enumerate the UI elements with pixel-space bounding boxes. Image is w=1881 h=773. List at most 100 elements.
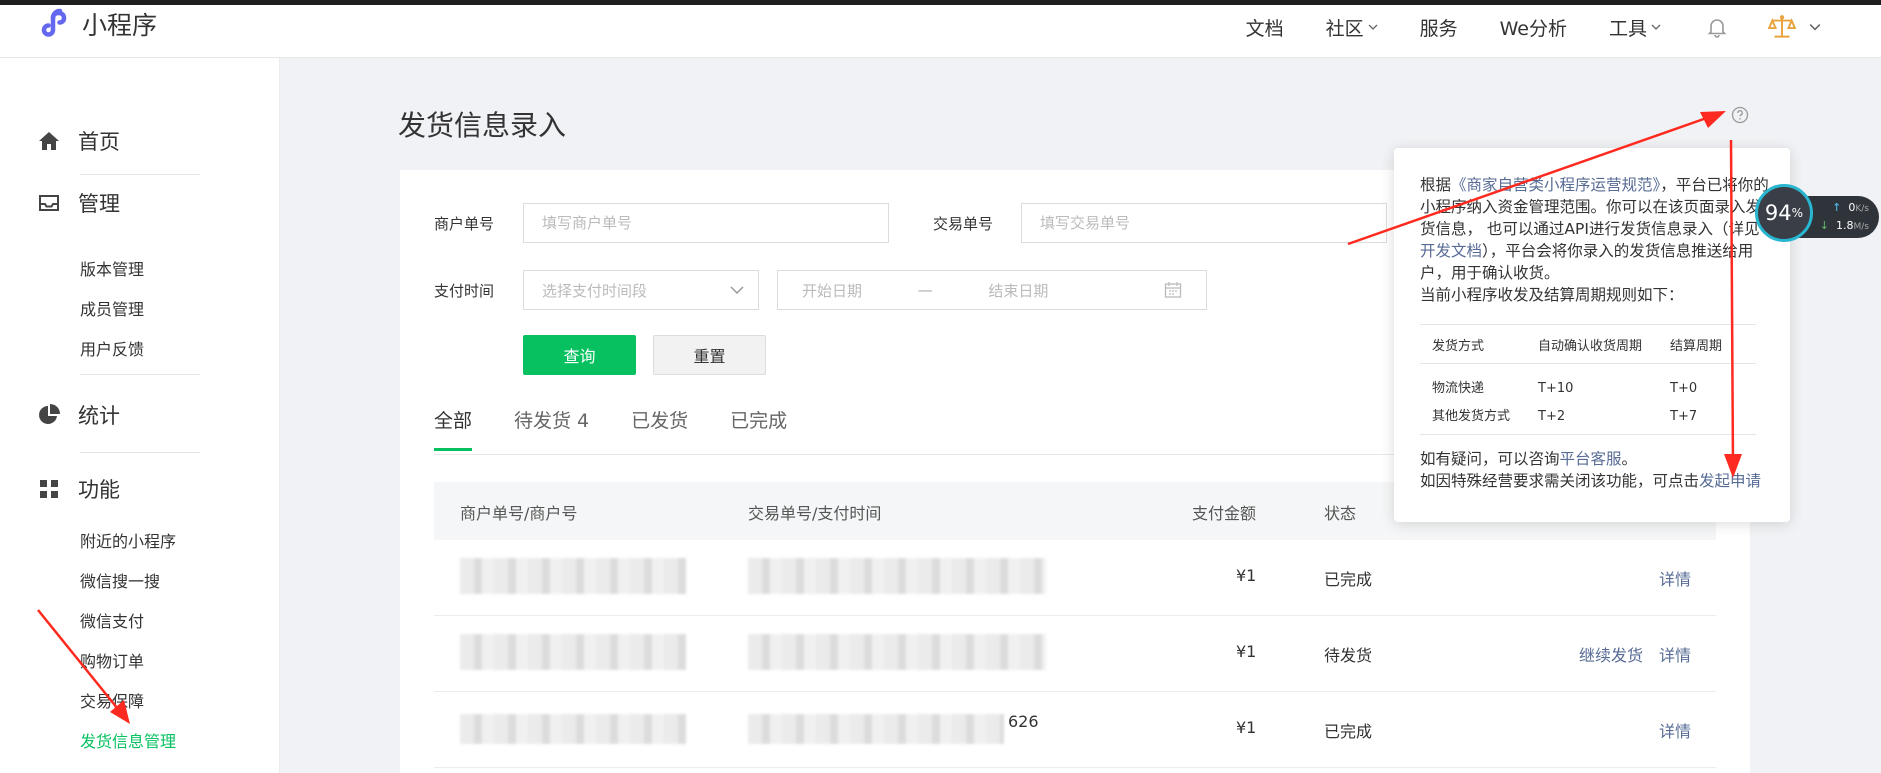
sidebar-item-wechat-pay[interactable]: 微信支付 xyxy=(80,608,144,632)
redacted-merchant-no xyxy=(460,714,686,744)
nav-docs[interactable]: 文档 xyxy=(1246,14,1284,41)
download-speed: ↓ 1.8M/s xyxy=(1819,219,1869,232)
trade-no-tail: 626 xyxy=(1008,712,1039,731)
percent-sign: % xyxy=(1791,206,1804,220)
calendar-icon xyxy=(1164,282,1182,298)
sidebar-item-home[interactable]: 首页 xyxy=(38,126,120,156)
nav-docs-label: 文档 xyxy=(1245,17,1284,40)
settlement: T+0 xyxy=(1670,381,1698,396)
download-value: 1.8 xyxy=(1836,219,1854,232)
trade-no-input[interactable] xyxy=(1040,214,1368,232)
nav-tools[interactable]: 工具 xyxy=(1609,14,1661,41)
app-name: 小程序 xyxy=(82,11,158,40)
nav-we-analysis-label: We分析 xyxy=(1499,17,1567,40)
upload-unit: K/s xyxy=(1855,204,1869,214)
col-status: 状态 xyxy=(1324,504,1357,523)
status-text: 已完成 xyxy=(1324,722,1373,741)
end-date[interactable]: 结束日期 xyxy=(988,280,1048,301)
memory-percent: 94 xyxy=(1764,201,1792,225)
dev-doc-link[interactable]: 开发文档 xyxy=(1420,242,1482,260)
redacted-merchant-no xyxy=(460,634,686,670)
merchant-no-input[interactable] xyxy=(542,214,870,232)
bell-icon[interactable] xyxy=(1705,15,1729,39)
sidebar-item-nearby[interactable]: 附近的小程序 xyxy=(80,528,176,552)
trade-no-label: 交易单号 xyxy=(933,215,994,233)
col-trade-no: 交易单号/支付时间 xyxy=(748,504,882,523)
col-ship-method: 发货方式 xyxy=(1432,339,1485,354)
sidebar-item-label: 管理 xyxy=(78,192,120,216)
ship-method: 其他发货方式 xyxy=(1432,409,1511,424)
scale-icon[interactable] xyxy=(1767,12,1797,42)
query-button[interactable]: 查询 xyxy=(523,335,636,375)
nav-services[interactable]: 服务 xyxy=(1420,14,1458,41)
settlement: T+7 xyxy=(1670,409,1698,424)
nav-community-label: 社区 xyxy=(1325,17,1364,40)
amount: ¥1 xyxy=(1236,718,1257,737)
redacted-trade-no xyxy=(748,634,1046,670)
col-settlement: 结算周期 xyxy=(1670,339,1723,354)
details-link[interactable]: 详情 xyxy=(1659,718,1691,742)
sidebar-item-shipping-info[interactable]: 发货信息管理 xyxy=(80,728,176,752)
memory-usage-circle: 94% xyxy=(1755,184,1813,242)
details-link[interactable]: 详情 xyxy=(1659,566,1691,590)
top-nav: 文档 社区 服务 We分析 工具 xyxy=(1204,12,1821,42)
rule-link[interactable]: 《商家自营类小程序运营规范》 xyxy=(1451,176,1660,194)
divider xyxy=(80,452,200,453)
close-prefix: 如因特殊经营要求需关闭该功能，可点击 xyxy=(1420,472,1700,490)
amount: ¥1 xyxy=(1236,566,1257,585)
merchant-no-input-wrap xyxy=(523,203,889,243)
sidebar: 首页 管理 版本管理 成员管理 用户反馈 统计 功能 附近的小程序 微信搜一搜 … xyxy=(0,58,280,773)
sidebar-item-version[interactable]: 版本管理 xyxy=(80,256,144,280)
amount: ¥1 xyxy=(1236,642,1257,661)
tab-shipped[interactable]: 已发货 xyxy=(631,406,688,451)
nav-tools-label: 工具 xyxy=(1608,17,1647,40)
sidebar-item-trade-guarantee[interactable]: 交易保障 xyxy=(80,688,144,712)
apply-link[interactable]: 发起申请 xyxy=(1699,472,1761,490)
divider xyxy=(80,374,200,375)
nav-community[interactable]: 社区 xyxy=(1326,14,1378,41)
col-auto-confirm: 自动确认收货周期 xyxy=(1538,339,1643,354)
sidebar-item-manage[interactable]: 管理 xyxy=(38,188,120,218)
sidebar-item-members[interactable]: 成员管理 xyxy=(80,296,144,320)
table-row: 626 ¥1 已完成 详情 xyxy=(434,692,1716,768)
merchant-no-label: 商户单号 xyxy=(434,215,495,233)
sidebar-item-label: 功能 xyxy=(78,478,120,502)
tab-all[interactable]: 全部 xyxy=(434,406,473,451)
status-text: 已完成 xyxy=(1324,570,1373,589)
chevron-down-icon xyxy=(730,286,744,295)
table-row: ¥1 已完成 详情 xyxy=(434,540,1716,616)
table-row: ¥1 待发货 继续发货 详情 xyxy=(434,616,1716,692)
col-merchant-no: 商户单号/商户号 xyxy=(460,504,578,523)
sidebar-item-feedback[interactable]: 用户反馈 xyxy=(80,336,144,360)
cycle-row: 物流快递 T+10 T+0 xyxy=(1420,374,1756,402)
details-link[interactable]: 详情 xyxy=(1659,642,1691,666)
cycle-row: 其他发货方式 T+2 T+7 xyxy=(1420,402,1756,430)
tab-completed[interactable]: 已完成 xyxy=(730,406,787,451)
help-circle-icon[interactable] xyxy=(1731,106,1749,124)
network-speed-widget[interactable]: ↑ 0K/s ↓ 1.8M/s 94% xyxy=(1755,180,1881,242)
status-text: 待发货 xyxy=(1324,646,1373,665)
nav-we-analysis[interactable]: We分析 xyxy=(1500,14,1567,41)
intro-prefix: 根据 xyxy=(1420,176,1452,194)
customer-service-link[interactable]: 平台客服 xyxy=(1560,450,1622,468)
popover-footer: 如有疑问，可以咨询平台客服。 如因特殊经营要求需关闭该功能，可点击发起申请 xyxy=(1420,448,1772,492)
sidebar-item-wechat-search[interactable]: 微信搜一搜 xyxy=(80,568,160,592)
grid-icon xyxy=(40,480,58,498)
sidebar-item-stats[interactable]: 统计 xyxy=(38,400,120,430)
sidebar-item-label: 首页 xyxy=(78,130,120,154)
pay-time-select[interactable]: 选择支付时间段 xyxy=(523,270,759,310)
status-tabs: 全部 待发货 4 已发货 已完成 xyxy=(434,406,829,451)
sidebar-item-features[interactable]: 功能 xyxy=(38,474,120,504)
logo[interactable]: 小程序 xyxy=(38,6,157,42)
reset-button[interactable]: 重置 xyxy=(653,335,766,375)
chevron-down-icon[interactable] xyxy=(1809,21,1821,33)
home-icon xyxy=(39,132,59,150)
tab-pending[interactable]: 待发货 4 xyxy=(514,406,589,451)
sidebar-item-shopping-orders[interactable]: 购物订单 xyxy=(80,648,144,672)
continue-shipping-link[interactable]: 继续发货 xyxy=(1579,642,1643,666)
start-date[interactable]: 开始日期 xyxy=(802,280,862,301)
pay-time-label: 支付时间 xyxy=(434,282,495,300)
date-range-picker[interactable]: 开始日期 — 结束日期 xyxy=(777,270,1207,310)
divider xyxy=(1420,434,1756,435)
auto-confirm: T+2 xyxy=(1538,409,1566,424)
